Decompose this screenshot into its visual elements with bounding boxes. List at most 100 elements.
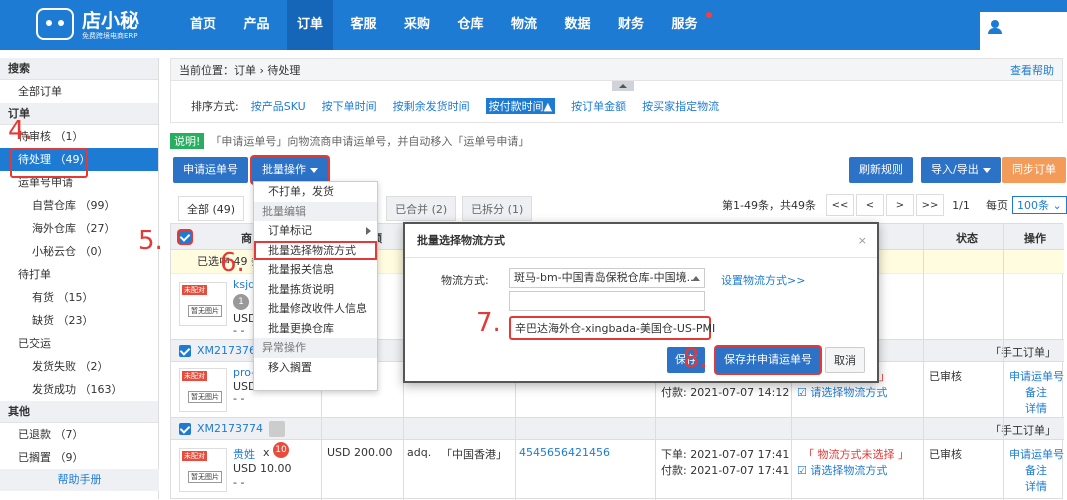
app-logo[interactable]: 店小秘 免费跨境电商ERP xyxy=(36,6,166,44)
tab-split[interactable]: 已拆分 (1) xyxy=(462,196,533,221)
detail-link[interactable]: 详情 xyxy=(1025,478,1047,494)
tracking-number-link[interactable]: 4545656421456 xyxy=(519,446,610,459)
notification-dot xyxy=(705,12,712,18)
nav-data[interactable]: 数据 xyxy=(555,0,601,50)
note-link[interactable]: 备注 xyxy=(1025,462,1047,478)
select-logistics-link[interactable]: ☑ 请选择物流方式 xyxy=(797,384,887,400)
per-page-label: 每页 xyxy=(985,199,1008,212)
tag-icon[interactable] xyxy=(269,421,285,437)
pager-info: 第1-49条，共49条 xyxy=(722,199,816,212)
sidebar-item-out-stock[interactable]: 缺货 （23） xyxy=(0,309,158,332)
sort-by-order-time[interactable]: 按下单时间 xyxy=(322,98,377,114)
sort-by-pay-time[interactable]: 按付款时间▲ xyxy=(485,98,556,114)
select-logistics-label: 请选择物流方式 xyxy=(810,386,888,399)
set-logistics-link[interactable]: 设置物流方式>> xyxy=(721,272,805,288)
pager-first-button[interactable]: << xyxy=(825,194,854,216)
tab-all[interactable]: 全部 (49) xyxy=(178,196,245,221)
sidebar-item-xiaomi-cloud[interactable]: 小秘云仓 （0） xyxy=(0,240,158,263)
sidebar-item-ship-success[interactable]: 发货成功 （163） xyxy=(0,378,158,401)
nav-home[interactable]: 首页 xyxy=(180,0,226,50)
refresh-rules-button[interactable]: 刷新规则 xyxy=(849,157,913,183)
menu-batch-receiver[interactable]: 批量修改收件人信息 xyxy=(254,299,377,319)
caret-up-icon xyxy=(692,276,700,281)
menu-batch-split[interactable]: 批量拣货说明 xyxy=(254,280,377,300)
sidebar-item-own-warehouse[interactable]: 自营仓库 （99） xyxy=(0,194,158,217)
no-image-label: 暂无图片 xyxy=(188,391,222,403)
menu-batch-customs[interactable]: 批量报关信息 xyxy=(254,260,377,280)
nav-finance[interactable]: 财务 xyxy=(608,0,654,50)
nav-service[interactable]: 客服 xyxy=(341,0,387,50)
multiply-sign: x xyxy=(263,446,270,459)
nav-products[interactable]: 产品 xyxy=(234,0,280,50)
caret-down-icon xyxy=(310,167,318,173)
sidebar-item-refunded[interactable]: 已退款 （7） xyxy=(0,423,158,446)
logistics-search-input[interactable] xyxy=(509,291,705,311)
menu-batch-warehouse[interactable]: 批量更换仓库 xyxy=(254,319,377,339)
sidebar-item-in-stock[interactable]: 有货 （15） xyxy=(0,286,158,309)
pager-prev-button[interactable]: < xyxy=(855,194,884,216)
apply-waybill-link[interactable]: 申请运单号 xyxy=(1009,446,1064,462)
pager-last-button[interactable]: >> xyxy=(915,194,944,216)
user-menu[interactable] xyxy=(980,12,1067,50)
select-all-checkbox[interactable] xyxy=(179,231,191,243)
save-and-apply-button[interactable]: 保存并申请运单号 xyxy=(716,347,820,373)
sync-orders-button[interactable]: 同步订单 xyxy=(1002,157,1066,183)
batch-ops-button[interactable]: 批量操作 xyxy=(252,157,328,183)
sort-by-sku[interactable]: 按产品SKU xyxy=(251,98,306,114)
sidebar-item-ship-fail[interactable]: 发货失败 （2） xyxy=(0,355,158,378)
order-checkbox[interactable] xyxy=(179,345,191,357)
sort-by-buyer-logistics[interactable]: 按买家指定物流 xyxy=(642,98,719,114)
select-logistics-link[interactable]: ☑ 请选择物流方式 xyxy=(797,462,887,478)
order-id-link[interactable]: XM2173774 xyxy=(197,422,263,435)
apply-waybill-link[interactable]: 申请运单号 xyxy=(1009,368,1064,384)
table-row: 未配对 暂无图片 贵姓 x 10 USD 10.00 - - USD 200.0… xyxy=(171,440,1064,500)
sidebar-item-shipped[interactable]: 已交运 xyxy=(0,332,158,355)
product-thumbnail[interactable]: 未配对 暂无图片 xyxy=(179,368,227,412)
nav-orders[interactable]: 订单 xyxy=(287,0,333,50)
placeholder-dashes: - - xyxy=(233,476,245,489)
header-goods: 商 xyxy=(241,232,252,245)
sidebar-item-shelved[interactable]: 已搁置 （9） xyxy=(0,446,158,469)
product-title-link[interactable]: 贵姓 xyxy=(233,446,255,462)
product-title-link[interactable]: ksjd xyxy=(233,278,255,291)
import-export-button[interactable]: 导入/导出 xyxy=(921,157,1001,183)
order-status: 已审核 xyxy=(929,448,962,461)
breadcrumb-label: 当前位置： xyxy=(179,64,234,77)
nav-warehouse[interactable]: 仓库 xyxy=(448,0,494,50)
note-link[interactable]: 备注 xyxy=(1025,384,1047,400)
order-checkbox[interactable] xyxy=(179,423,191,435)
nav-logistics[interactable]: 物流 xyxy=(501,0,547,50)
logistics-selected-value: 斑马-bm-中国青岛保税仓库-中国境... xyxy=(514,271,698,284)
product-thumbnail[interactable]: 未配对 暂无图片 xyxy=(179,282,227,326)
pay-time: 付款: 2021-07-07 14:12 xyxy=(661,386,790,399)
view-help-link[interactable]: 查看帮助 xyxy=(1010,59,1054,82)
notice-text: 「申请运单号」向物流商申请运单号，并自动移入「运单号申请」 xyxy=(210,135,530,148)
help-manual-link[interactable]: 帮助手册 xyxy=(0,469,159,491)
detail-link[interactable]: 详情 xyxy=(1025,400,1047,416)
product-title-link[interactable]: pro- xyxy=(233,366,255,379)
apply-waybill-button[interactable]: 申请运单号 xyxy=(173,157,248,183)
per-page-select[interactable]: 100条 ⌄ xyxy=(1011,196,1067,214)
menu-batch-select-logistics[interactable]: 批量选择物流方式 xyxy=(254,241,377,261)
sidebar-item-overseas-warehouse[interactable]: 海外仓库 （27） xyxy=(0,217,158,240)
header-status: 状态 xyxy=(956,232,978,245)
nav-services[interactable]: 服务 xyxy=(662,0,712,50)
collapse-toggle-icon[interactable] xyxy=(612,81,634,91)
no-image-label: 暂无图片 xyxy=(188,305,222,317)
menu-no-print-ship[interactable]: 不打单，发货 xyxy=(254,182,377,202)
placeholder-dashes: - - xyxy=(233,324,245,337)
nav-purchase[interactable]: 采购 xyxy=(394,0,440,50)
close-icon[interactable]: × xyxy=(858,224,867,258)
logistics-select[interactable]: 斑马-bm-中国青岛保税仓库-中国境... xyxy=(509,268,705,288)
sort-by-amount[interactable]: 按订单金额 xyxy=(571,98,626,114)
pager-next-button[interactable]: > xyxy=(885,194,914,216)
menu-move-shelved[interactable]: 移入搁置 xyxy=(254,358,377,378)
cancel-button[interactable]: 取消 xyxy=(825,347,865,373)
sort-by-remaining-time[interactable]: 按剩余发货时间 xyxy=(393,98,470,114)
logistics-option[interactable]: 辛巴达海外仓-xingbada-美国仓-US-PMI xyxy=(509,316,715,340)
menu-order-mark[interactable]: 订单标记 xyxy=(254,221,377,241)
product-thumbnail[interactable]: 未配对 暂无图片 xyxy=(179,448,227,492)
sidebar-item-to-print[interactable]: 待打单 xyxy=(0,263,158,286)
tab-merged[interactable]: 已合并 (2) xyxy=(386,196,457,221)
sidebar-item-all-orders[interactable]: 全部订单 xyxy=(0,80,158,103)
